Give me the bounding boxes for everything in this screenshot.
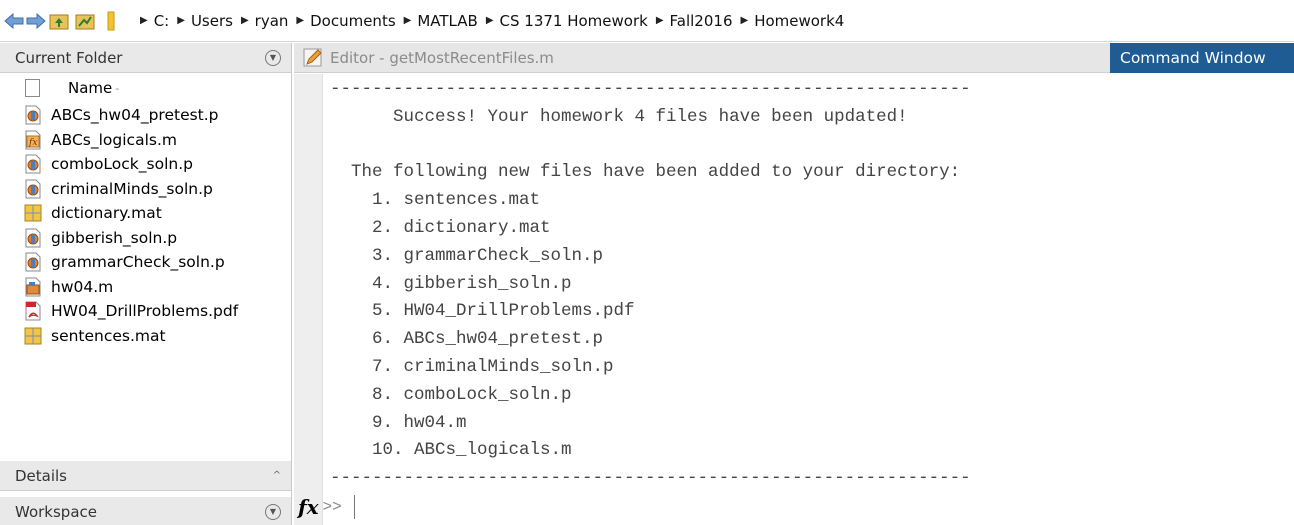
details-header[interactable]: Details ^ — [0, 461, 291, 491]
pdf-file-icon — [23, 301, 43, 321]
chevron-right-icon[interactable]: ▶ — [241, 15, 249, 26]
folder-icon — [100, 10, 122, 32]
address-bar: ▶ C: ▶ Users ▶ ryan ▶ Documents ▶ MATLAB ▶ CS … — [0, 0, 1294, 42]
file-list-item[interactable]: fx ABCs_logicals.m — [0, 128, 291, 153]
output-line: 3. grammarCheck_soln.p — [330, 245, 604, 266]
output-line: 8. comboLock_soln.p — [330, 384, 572, 405]
current-folder-header: Current Folder ▼ — [0, 43, 291, 73]
p-file-icon — [23, 252, 43, 272]
file-name: grammarCheck_soln.p — [51, 253, 225, 272]
tab-command-window[interactable]: Command Window — [1110, 43, 1294, 73]
forward-arrow-icon[interactable] — [26, 11, 46, 31]
browse-folder-icon[interactable] — [74, 10, 96, 32]
breadcrumb-item[interactable]: Documents — [310, 12, 396, 30]
file-name: gibberish_soln.p — [51, 228, 178, 247]
m-file-icon — [23, 277, 43, 297]
output-line: 9. hw04.m — [330, 412, 467, 433]
file-list-item[interactable]: sentences.mat — [0, 324, 291, 349]
file-list-item[interactable]: HW04_DrillProblems.pdf — [0, 299, 291, 324]
command-output: ----------------------------------------… — [330, 76, 1280, 493]
prompt-symbol: >> — [322, 498, 342, 516]
chevron-right-icon[interactable]: ▶ — [140, 15, 148, 26]
chevron-right-icon[interactable]: ▶ — [740, 15, 748, 26]
fx-function-browser-icon[interactable]: fx — [298, 495, 319, 519]
chevron-right-icon[interactable]: ▶ — [656, 15, 664, 26]
breadcrumb: ▶ C: ▶ Users ▶ ryan ▶ Documents ▶ MATLAB ▶ CS … — [132, 12, 844, 30]
up-folder-icon[interactable] — [48, 10, 70, 32]
p-file-icon — [23, 179, 43, 199]
p-file-icon — [23, 154, 43, 174]
file-name: hw04.m — [51, 277, 114, 296]
breadcrumb-item[interactable]: Homework4 — [754, 12, 844, 30]
chevron-right-icon[interactable]: ▶ — [177, 15, 185, 26]
file-type-column-icon — [25, 79, 40, 97]
file-list-item[interactable]: criminalMinds_soln.p — [0, 177, 291, 202]
back-arrow-icon[interactable] — [4, 11, 24, 31]
panel-actions-icon[interactable]: ▼ — [265, 503, 281, 520]
output-line: 10. ABCs_logicals.m — [330, 440, 572, 461]
file-name: ABCs_logicals.m — [51, 130, 177, 149]
tab-editor[interactable]: Editor - getMostRecentFiles.m — [294, 47, 554, 69]
name-column-header[interactable]: Name - — [0, 73, 291, 103]
breadcrumb-item[interactable]: Users — [191, 12, 233, 30]
breadcrumb-item[interactable]: Fall2016 — [670, 12, 733, 30]
breadcrumb-item[interactable]: MATLAB — [417, 12, 477, 30]
output-line: 6. ABCs_hw04_pretest.p — [330, 329, 604, 350]
file-list: ABCs_hw04_pretest.pfx ABCs_logicals.mcomb… — [0, 103, 291, 348]
output-line: Success! Your homework 4 files have been… — [330, 106, 908, 127]
breadcrumb-item[interactable]: ryan — [255, 12, 289, 30]
output-line: 7. criminalMinds_soln.p — [330, 356, 614, 377]
file-name: criminalMinds_soln.p — [51, 179, 213, 198]
tab-bar: Editor - getMostRecentFiles.m Command Wi… — [294, 43, 1294, 73]
command-window-label: Command Window — [1120, 49, 1266, 67]
sort-indicator: - — [115, 81, 120, 95]
mat-file-icon — [23, 326, 43, 346]
file-list-item[interactable]: gibberish_soln.p — [0, 226, 291, 251]
file-name: ABCs_hw04_pretest.p — [51, 106, 219, 125]
function-file-icon: fx — [23, 130, 43, 150]
file-name: sentences.mat — [51, 326, 166, 345]
output-line: 1. sentences.mat — [330, 190, 541, 211]
editor-tab-label: Editor - getMostRecentFiles.m — [330, 48, 554, 67]
svg-text:fx: fx — [28, 138, 37, 148]
text-cursor — [353, 495, 355, 519]
output-line: 2. dictionary.mat — [330, 217, 551, 238]
p-file-icon — [23, 105, 43, 125]
caret-up-icon[interactable]: ^ — [273, 470, 281, 481]
panel-title: Current Folder — [15, 48, 123, 67]
output-line: 4. gibberish_soln.p — [330, 273, 572, 294]
panel-title: Workspace — [15, 502, 97, 521]
output-line: The following new files have been added … — [330, 162, 961, 183]
output-line: ----------------------------------------… — [330, 79, 971, 99]
file-list-item[interactable]: comboLock_soln.p — [0, 152, 291, 177]
current-folder-panel: Current Folder ▼ Name - ABCs_hw04_pretes… — [0, 43, 292, 525]
file-name: dictionary.mat — [51, 204, 162, 223]
pencil-icon — [303, 48, 322, 66]
chevron-right-icon[interactable]: ▶ — [296, 15, 304, 26]
editor-gutter — [294, 74, 323, 525]
file-list-item[interactable]: ABCs_hw04_pretest.p — [0, 103, 291, 128]
output-line: ----------------------------------------… — [330, 468, 971, 489]
breadcrumb-item[interactable]: CS 1371 Homework — [500, 12, 648, 30]
p-file-icon — [23, 228, 43, 248]
chevron-right-icon[interactable]: ▶ — [486, 15, 494, 26]
column-label: Name — [68, 79, 113, 97]
chevron-right-icon[interactable]: ▶ — [404, 15, 412, 26]
file-list-item[interactable]: hw04.m — [0, 275, 291, 300]
breadcrumb-item[interactable]: C: — [154, 12, 170, 30]
panel-title: Details — [15, 466, 68, 485]
command-prompt[interactable]: fx >> — [298, 490, 355, 524]
workspace-header[interactable]: Workspace ▼ — [0, 497, 291, 525]
output-line: 5. HW04_DrillProblems.pdf — [330, 301, 635, 322]
file-list-item[interactable]: dictionary.mat — [0, 201, 291, 226]
mat-file-icon — [23, 203, 43, 223]
file-name: HW04_DrillProblems.pdf — [51, 302, 239, 321]
file-list-item[interactable]: grammarCheck_soln.p — [0, 250, 291, 275]
file-name: comboLock_soln.p — [51, 155, 193, 174]
panel-actions-icon[interactable]: ▼ — [265, 49, 281, 66]
